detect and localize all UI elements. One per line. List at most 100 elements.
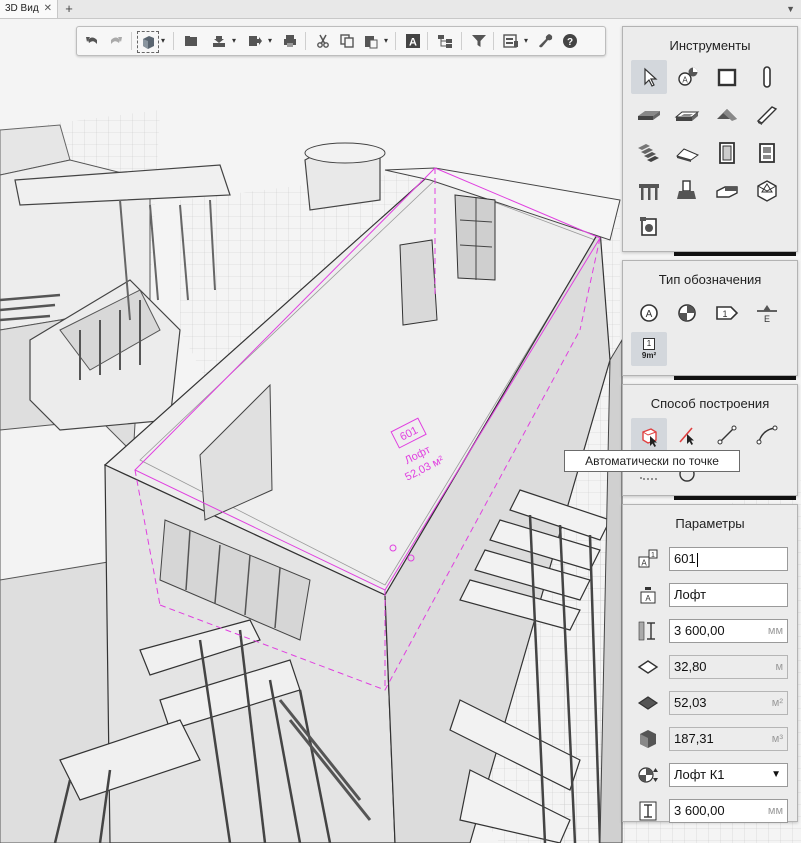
cube-view-icon (143, 36, 154, 49)
cut-button[interactable] (313, 31, 333, 51)
volume-value: 187,31 (674, 731, 714, 746)
marker-tool-button[interactable]: A (669, 60, 705, 94)
room-number-input[interactable]: 601 (669, 547, 788, 571)
room-name-input[interactable]: Лофт (669, 583, 788, 607)
marker-type-panel-title: Тип обозначения (658, 272, 762, 287)
undo-button[interactable] (82, 31, 102, 51)
separator (493, 32, 494, 50)
auto-point-icon (642, 428, 657, 447)
chevron-down-icon[interactable]: ▾ (384, 36, 388, 45)
structure-button[interactable] (435, 31, 455, 51)
export-icon (249, 36, 262, 46)
area-unit: м² (771, 697, 783, 709)
panel-divider (674, 252, 796, 256)
panel-divider (674, 376, 796, 380)
svg-text:A: A (645, 594, 651, 603)
param-row-perimeter: 32,80 м (636, 655, 788, 679)
layers-button[interactable] (501, 31, 521, 51)
chevron-down-icon[interactable]: ▾ (524, 36, 528, 45)
export-button[interactable] (245, 31, 265, 51)
railing-icon (639, 184, 659, 200)
build-polyline-button[interactable] (709, 418, 745, 452)
add-tab-button[interactable]: + (62, 0, 76, 18)
tab-3d-view[interactable]: 3D Вид ✕ (0, 0, 58, 18)
svg-text:A: A (641, 559, 647, 568)
chevron-down-icon[interactable]: ▾ (161, 36, 165, 45)
scissors-icon (317, 34, 329, 48)
marker-type-number-area-button[interactable]: 1 9m² (631, 332, 667, 366)
style-select[interactable]: Лофт К1 ▼ (669, 763, 788, 787)
wall-tool-button[interactable] (631, 98, 667, 132)
railing-tool-button[interactable] (631, 174, 667, 208)
layers-icon (503, 34, 518, 48)
build-auto-point-button[interactable] (631, 418, 667, 452)
redo-button[interactable] (106, 31, 126, 51)
stair-tool-button[interactable] (631, 136, 667, 170)
select-tool-button[interactable] (631, 60, 667, 94)
column-tool-button[interactable] (749, 60, 785, 94)
separator (305, 32, 306, 50)
chevron-down-icon[interactable]: ▾ (268, 36, 272, 45)
quadrant-circle-icon (678, 304, 696, 322)
mesh-tool-button[interactable] (749, 174, 785, 208)
offset-input[interactable]: 3 600,00 мм (669, 799, 788, 823)
view-mode-button[interactable] (137, 31, 159, 53)
close-icon[interactable]: ✕ (44, 0, 52, 18)
separator (461, 32, 462, 50)
area-field: 52,03 м² (669, 691, 788, 715)
svg-text:1: 1 (722, 309, 727, 319)
marker-type-tag-button[interactable]: 1 (709, 296, 745, 330)
separator (427, 32, 428, 50)
tooltip: Автоматически по точке (564, 450, 740, 472)
perimeter-unit: м (775, 661, 783, 673)
marker-icon: A (678, 67, 698, 86)
settings-button[interactable] (536, 31, 556, 51)
room-height-input[interactable]: 3 600,00 мм (669, 619, 788, 643)
area-icon (636, 692, 660, 714)
import-button[interactable] (209, 31, 229, 51)
build-method-panel-title: Способ построения (650, 396, 770, 411)
slab-tool-button[interactable] (669, 98, 705, 132)
column-icon (763, 66, 771, 88)
door-icon (719, 142, 735, 164)
param-row-name: A Лофт (636, 583, 788, 607)
beam-tool-button[interactable] (749, 98, 785, 132)
number-area-icon-number: 1 (643, 338, 655, 350)
offset-value: 3 600,00 (674, 803, 725, 818)
camera-tool-button[interactable] (631, 210, 667, 244)
room-height-unit: мм (767, 625, 783, 637)
redo-icon (111, 37, 122, 44)
roof-tool-button[interactable] (709, 98, 745, 132)
number-area-icon: 1 9m² (638, 337, 660, 361)
window-tool-button[interactable] (749, 136, 785, 170)
help-button[interactable]: ? (560, 31, 580, 51)
tab-menu-icon[interactable]: ▼ (786, 0, 795, 18)
profile-icon (716, 186, 738, 198)
style-value: Лофт К1 (674, 767, 725, 782)
circle-letter-icon: A (640, 304, 658, 322)
marker-type-quadrant-button[interactable] (669, 296, 705, 330)
sheet-tool-button[interactable] (709, 60, 745, 94)
param-row-volume: 187,31 м³ (636, 727, 788, 751)
copy-button[interactable] (337, 31, 357, 51)
text-caret (696, 552, 698, 567)
param-row-offset: 3 600,00 мм (636, 799, 788, 823)
perimeter-icon (636, 656, 660, 678)
marker-type-elevation-button[interactable]: E (749, 296, 785, 330)
profile-tool-button[interactable] (709, 174, 745, 208)
object-tool-button[interactable] (669, 174, 705, 208)
room-number-value: 601 (674, 551, 696, 566)
open-button[interactable] (181, 31, 201, 51)
print-button[interactable] (280, 31, 300, 51)
object-icon (677, 180, 696, 199)
build-by-line-button[interactable] (669, 418, 705, 452)
filter-button[interactable] (469, 31, 489, 51)
text-style-button[interactable]: A (403, 31, 423, 51)
ramp-tool-button[interactable] (669, 136, 705, 170)
chevron-down-icon[interactable]: ▾ (232, 36, 236, 45)
paste-button[interactable] (361, 31, 381, 51)
door-tool-button[interactable] (709, 136, 745, 170)
build-arc-button[interactable] (749, 418, 785, 452)
volume-field: 187,31 м³ (669, 727, 788, 751)
marker-type-letter-button[interactable]: A (631, 296, 667, 330)
